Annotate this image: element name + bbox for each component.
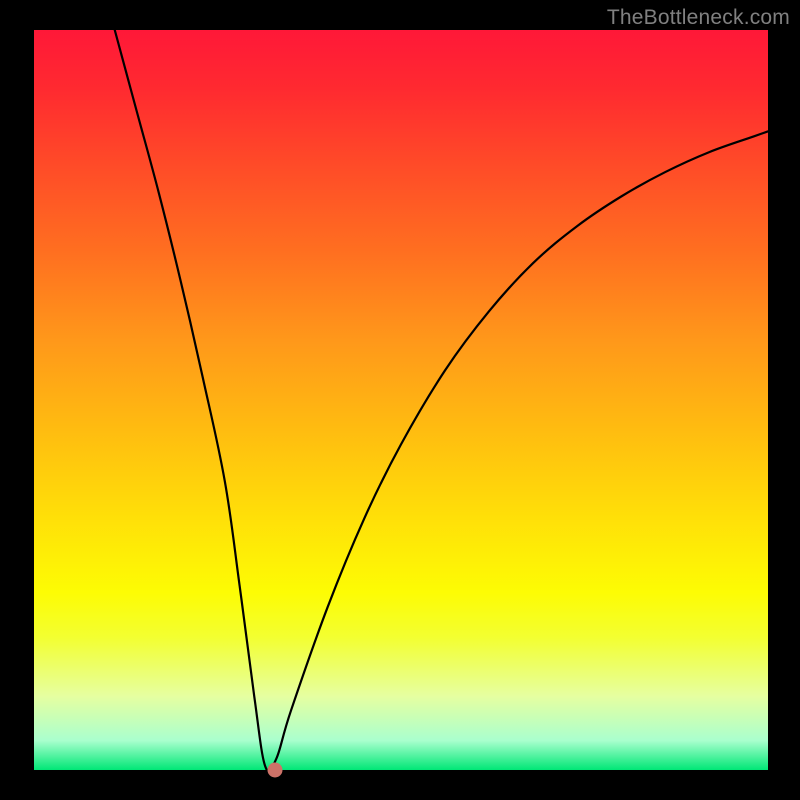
watermark-text: TheBottleneck.com: [607, 6, 790, 30]
plot-area: [34, 30, 768, 770]
curve-marker: [267, 763, 282, 778]
curve-path: [115, 30, 768, 770]
chart-frame: TheBottleneck.com: [0, 0, 800, 800]
curve-layer: [34, 30, 768, 770]
